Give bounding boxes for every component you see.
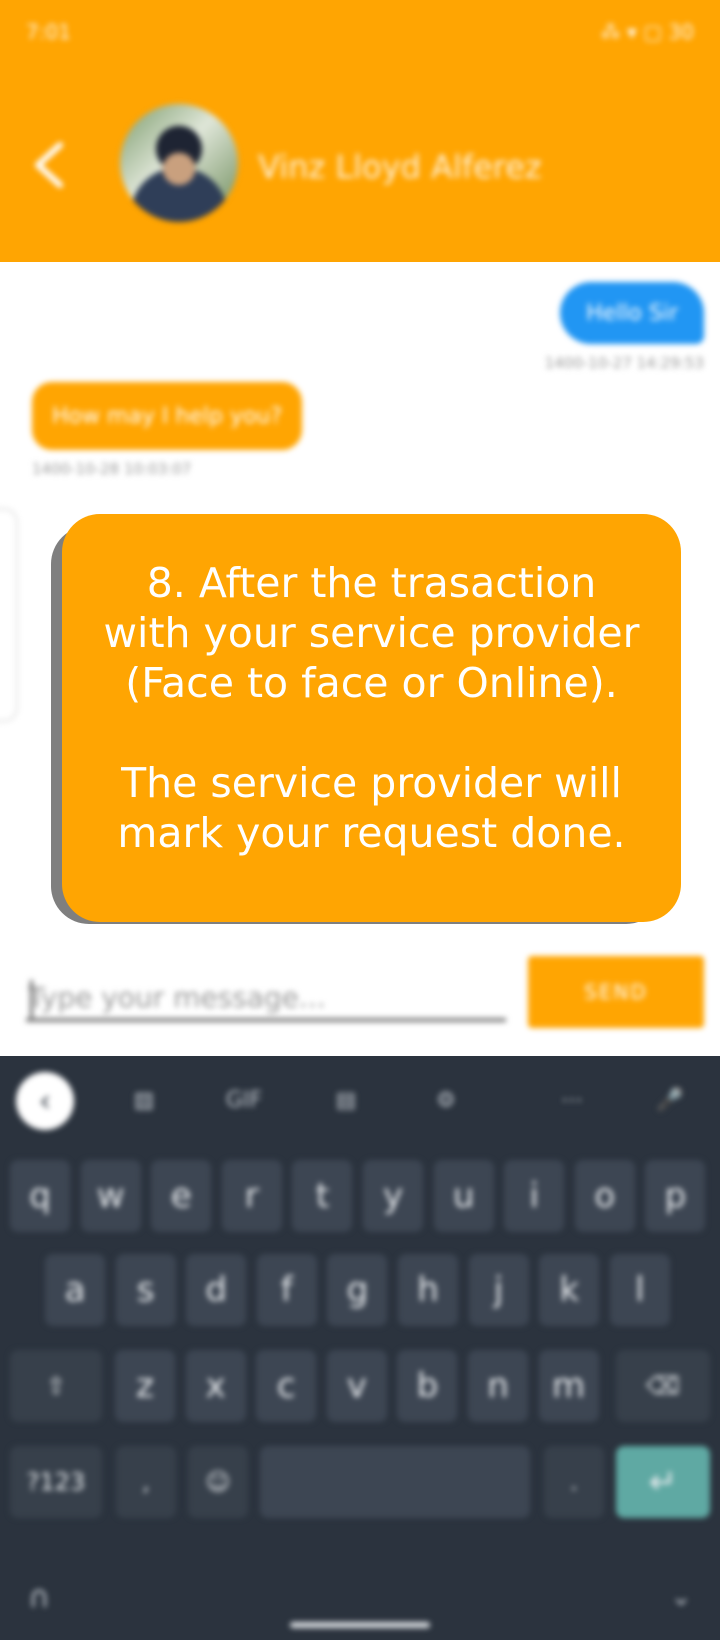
gif-button[interactable]: GIF (216, 1076, 272, 1124)
key-o[interactable]: o (574, 1160, 635, 1232)
key-h[interactable]: h (398, 1254, 458, 1326)
incoming-message-bubble[interactable]: How may I help you? (32, 382, 303, 450)
key-l[interactable]: l (609, 1254, 670, 1326)
message-input-underline (26, 1018, 506, 1022)
send-button[interactable]: SEND (528, 956, 704, 1028)
key-z[interactable]: z (115, 1350, 175, 1422)
message-text: How may I help you? (52, 403, 283, 429)
key-a[interactable]: a (45, 1254, 105, 1326)
soft-keyboard (0, 1056, 720, 1640)
key-e[interactable]: e (151, 1160, 212, 1232)
enter-key[interactable]: ↵ (616, 1446, 710, 1518)
symbols-key[interactable]: ?123 (10, 1446, 102, 1518)
back-arrow-icon[interactable] (30, 140, 70, 190)
key-w[interactable]: w (80, 1160, 141, 1232)
backspace-key[interactable]: ⌫ (616, 1350, 710, 1422)
contact-avatar[interactable] (120, 104, 238, 222)
key-u[interactable]: u (433, 1160, 494, 1232)
tutorial-line: 8. After the trasaction (146, 559, 597, 607)
status-time: 7:01 (26, 20, 71, 44)
key-p[interactable]: p (645, 1160, 706, 1232)
key-g[interactable]: g (327, 1254, 388, 1326)
sticker-icon[interactable]: ▨ (116, 1076, 172, 1124)
contact-name[interactable]: Vinz Lloyd Alferez (258, 148, 542, 186)
keyboard-switch-icon[interactable]: ∩ (28, 1580, 50, 1615)
key-f[interactable]: f (256, 1254, 317, 1326)
key-k[interactable]: k (539, 1254, 600, 1326)
message-input[interactable] (26, 976, 510, 1018)
key-t[interactable]: t (292, 1160, 353, 1232)
chat-header: 7:01 ⁂ ▾ ▢ 30 Vinz Lloyd Alferez (0, 0, 720, 262)
message-text: Hello Sir (586, 300, 678, 326)
tutorial-line: with your service provider (103, 609, 640, 657)
message-timestamp: 1400-10-28 10:03:07 (32, 460, 192, 478)
period-key[interactable]: . (544, 1446, 604, 1518)
settings-gear-icon[interactable]: ⚙ (418, 1076, 474, 1124)
tutorial-line: mark your request done. (117, 809, 626, 857)
tutorial-line: (Face to face or Online). (125, 659, 618, 707)
key-n[interactable]: n (468, 1350, 528, 1422)
key-m[interactable]: m (538, 1350, 599, 1422)
key-r[interactable]: r (221, 1160, 282, 1232)
key-c[interactable]: c (256, 1350, 317, 1422)
key-j[interactable]: j (468, 1254, 529, 1326)
message-timestamp: 1400-10-27 14:29:53 (544, 354, 704, 372)
key-d[interactable]: d (186, 1254, 247, 1326)
tutorial-line: The service provider will (121, 759, 622, 807)
keyboard-hide-icon[interactable]: ⌄ (670, 1582, 692, 1612)
key-i[interactable]: i (504, 1160, 565, 1232)
text-cursor (30, 980, 33, 1020)
key-s[interactable]: s (115, 1254, 176, 1326)
keyboard-collapse-icon[interactable]: ‹ (16, 1072, 74, 1130)
clipboard-icon[interactable]: ▤ (318, 1076, 374, 1124)
key-v[interactable]: v (326, 1350, 387, 1422)
comma-key[interactable]: , (116, 1446, 176, 1518)
emoji-key[interactable]: ☺ (188, 1446, 248, 1518)
side-card-edge (0, 508, 18, 722)
space-bar[interactable] (260, 1446, 530, 1518)
home-indicator[interactable] (290, 1622, 430, 1628)
more-options-icon[interactable]: ⋯ (544, 1076, 600, 1124)
outgoing-message-bubble[interactable]: Hello Sir (560, 282, 704, 344)
tutorial-card: 8. After the trasaction with your servic… (62, 514, 681, 922)
key-q[interactable]: q (10, 1160, 70, 1232)
shift-key[interactable]: ⇧ (10, 1350, 102, 1422)
key-y[interactable]: y (363, 1160, 423, 1232)
key-b[interactable]: b (397, 1350, 458, 1422)
status-icons: ⁂ ▾ ▢ 30 (600, 20, 694, 44)
microphone-icon[interactable]: 🎤 (642, 1076, 698, 1124)
key-x[interactable]: x (185, 1350, 246, 1422)
